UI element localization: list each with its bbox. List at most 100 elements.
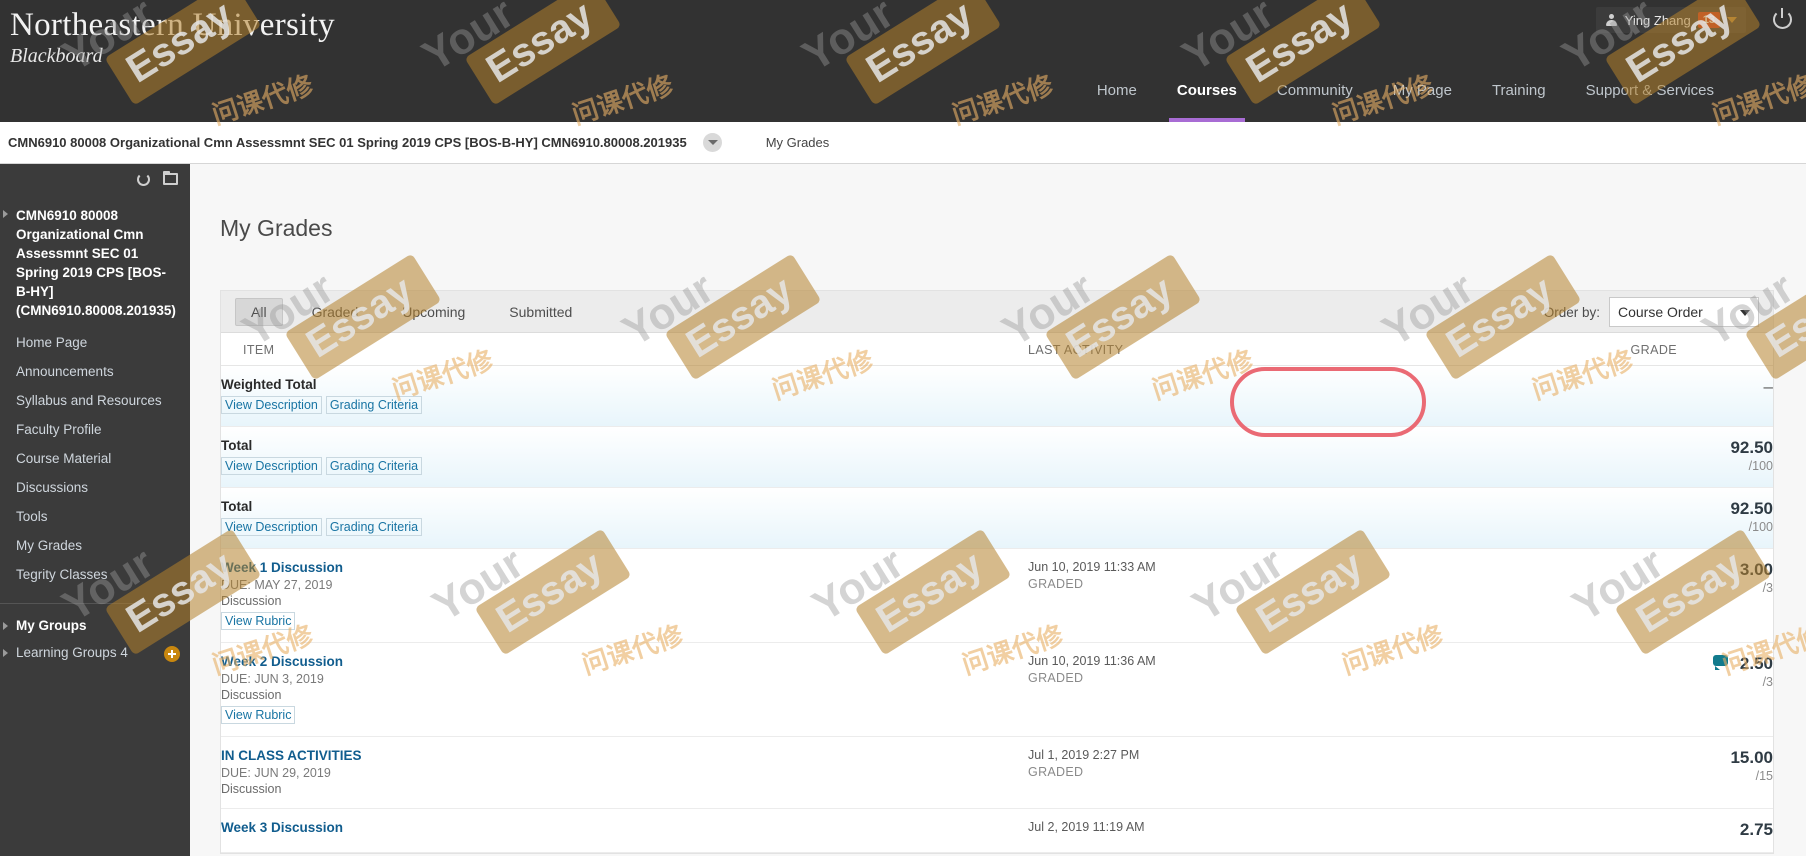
- link-view-rubric[interactable]: View Rubric: [221, 612, 296, 630]
- item-title: Total: [221, 438, 253, 453]
- item-links: View Rubric: [221, 702, 1028, 724]
- tab-submitted[interactable]: Submitted: [494, 299, 587, 325]
- comment-icon[interactable]: [1712, 655, 1728, 670]
- nav-item-training[interactable]: Training: [1472, 60, 1566, 122]
- column-header-grade: GRADE: [1447, 333, 1773, 366]
- primary-navigation: Home Courses Community My Page Training …: [0, 60, 1806, 122]
- table-row[interactable]: Weighted Total View Description Grading Cr…: [221, 365, 1773, 427]
- folder-view-icon[interactable]: [163, 171, 178, 185]
- breadcrumb-course-title[interactable]: CMN6910 80008 Organizational Cmn Assessm…: [8, 135, 687, 150]
- user-name-label: Ying Zhang: [1624, 12, 1691, 28]
- chevron-right-icon: [3, 649, 8, 657]
- table-row[interactable]: Total View Description Grading Criteria 92.…: [221, 426, 1773, 488]
- grade-line: 3.00: [1447, 560, 1773, 580]
- sidebar-item-course-material[interactable]: Course Material: [0, 444, 190, 473]
- nav-item-home[interactable]: Home: [1077, 60, 1157, 122]
- cell-last-activity: Jun 10, 2019 11:33 AM GRADED: [1028, 549, 1447, 643]
- grade-points-possible: /100: [1748, 520, 1773, 534]
- link-view-description[interactable]: View Description: [221, 518, 322, 536]
- link-grading-criteria[interactable]: Grading Criteria: [325, 518, 423, 536]
- item-type-label: Discussion: [221, 594, 282, 608]
- brand-university-name: Northeastern University: [10, 7, 335, 43]
- refresh-icon[interactable]: [137, 172, 150, 186]
- chevron-down-icon: [1727, 17, 1737, 23]
- item-title: Total: [221, 499, 253, 514]
- nav-item-my-page[interactable]: My Page: [1373, 60, 1472, 122]
- item-title[interactable]: Week 2 Discussion: [221, 654, 1028, 669]
- sidebar-section-my-groups[interactable]: My Groups: [0, 604, 190, 639]
- nav-item-community[interactable]: Community: [1257, 60, 1373, 122]
- sidebar-item-announcements[interactable]: Announcements: [0, 357, 190, 386]
- column-header-item: ITEM: [221, 333, 1029, 366]
- cell-last-activity: [1028, 427, 1447, 488]
- activity-date: Jul 1, 2019 2:27 PM: [1028, 748, 1140, 762]
- add-group-icon[interactable]: [164, 646, 180, 662]
- sidebar-item-learning-groups[interactable]: Learning Groups 4: [0, 639, 190, 666]
- brand-logo[interactable]: Northeastern University Blackboard: [10, 6, 335, 68]
- status-badge: GRADED: [1028, 671, 1084, 685]
- sidebar-tools: [0, 164, 190, 194]
- activity-date: Jun 10, 2019 11:33 AM: [1028, 560, 1156, 574]
- link-view-description[interactable]: View Description: [221, 396, 322, 414]
- order-by-selected-value: Course Order: [1618, 304, 1703, 320]
- sidebar-item-tegrity-classes[interactable]: Tegrity Classes: [0, 560, 190, 589]
- avatar-icon: [1605, 13, 1618, 27]
- link-view-rubric[interactable]: View Rubric: [221, 706, 296, 724]
- sidebar-item-syllabus-resources[interactable]: Syllabus and Resources: [0, 386, 190, 415]
- chevron-down-icon: [1740, 310, 1750, 316]
- tab-graded[interactable]: Graded: [297, 299, 374, 325]
- cell-grade: 3.00/3: [1447, 549, 1773, 643]
- global-header: Northeastern University Blackboard Ying …: [0, 0, 1806, 122]
- item-title: Weighted Total: [221, 377, 317, 392]
- tab-all[interactable]: All: [235, 297, 283, 326]
- link-view-description[interactable]: View Description: [221, 457, 322, 475]
- sidebar-item-my-grades[interactable]: My Grades: [0, 531, 190, 560]
- grades-panel: All Graded Upcoming Submitted Order by: …: [220, 290, 1774, 854]
- chevron-down-icon[interactable]: [702, 133, 722, 152]
- grades-table: ITEM LAST ACTIVITY GRADE Weighted Total V…: [221, 333, 1773, 853]
- order-by-select[interactable]: Course Order: [1609, 297, 1759, 327]
- table-row[interactable]: Total View Description Grading Criteria 92.…: [221, 487, 1773, 549]
- sidebar-item-discussions[interactable]: Discussions: [0, 473, 190, 502]
- cell-grade: 92.50/100: [1447, 427, 1773, 488]
- chevron-right-icon: [3, 210, 8, 218]
- link-grading-criteria[interactable]: Grading Criteria: [325, 457, 423, 475]
- item-title[interactable]: IN CLASS ACTIVITIES: [221, 748, 1028, 763]
- grade-value: 3.00: [1739, 560, 1773, 579]
- nav-item-support-services[interactable]: Support & Services: [1566, 60, 1734, 122]
- grade-line: 15.00: [1447, 748, 1773, 768]
- logout-power-icon[interactable]: [1773, 8, 1792, 29]
- sidebar-item-tools[interactable]: Tools: [0, 502, 190, 531]
- page-title: My Grades: [220, 215, 333, 242]
- table-row[interactable]: Week 2 Discussion DUE: JUN 3, 2019 Discuss…: [221, 643, 1773, 737]
- sidebar-item-faculty-profile[interactable]: Faculty Profile: [0, 415, 190, 444]
- grade-points-possible: /100: [1748, 459, 1773, 473]
- sidebar-course-title[interactable]: CMN6910 80008 Organizational Cmn Assessm…: [0, 194, 190, 328]
- course-menu-sidebar: CMN6910 80008 Organizational Cmn Assessm…: [0, 164, 190, 856]
- sidebar-item-learning-groups-label: Learning Groups 4: [16, 645, 128, 660]
- table-row[interactable]: Week 3 Discussion Jul 2, 2019 11:19 AM 2.7…: [221, 809, 1773, 853]
- sidebar-item-home-page[interactable]: Home Page: [0, 328, 190, 357]
- status-badge: GRADED: [1028, 765, 1084, 779]
- item-title[interactable]: Week 1 Discussion: [221, 560, 1028, 575]
- notification-count-badge: 13: [1697, 12, 1720, 28]
- order-by-control: Order by: Course Order: [1544, 297, 1759, 327]
- grade-value: 2.50: [1739, 654, 1773, 673]
- item-title[interactable]: Week 3 Discussion: [221, 820, 1028, 835]
- cell-last-activity: Jun 10, 2019 11:36 AM GRADED: [1028, 643, 1447, 737]
- status-badge: GRADED: [1028, 577, 1084, 591]
- nav-item-courses[interactable]: Courses: [1157, 60, 1257, 122]
- tab-upcoming[interactable]: Upcoming: [387, 299, 480, 325]
- user-menu[interactable]: Ying Zhang 13: [1595, 7, 1746, 33]
- item-links: View Description Grading Criteria: [221, 392, 1028, 414]
- cell-grade: 2.50/3: [1447, 643, 1773, 737]
- table-row[interactable]: IN CLASS ACTIVITIES DUE: JUN 29, 2019 Disc…: [221, 737, 1773, 809]
- cell-item: Week 3 Discussion: [221, 809, 1028, 853]
- item-type-label: Discussion: [221, 782, 282, 796]
- table-row[interactable]: Week 1 Discussion DUE: MAY 27, 2019 Discus…: [221, 549, 1773, 643]
- cell-last-activity: Jul 2, 2019 11:19 AM: [1028, 809, 1447, 853]
- link-grading-criteria[interactable]: Grading Criteria: [325, 396, 423, 414]
- cell-last-activity: [1028, 366, 1447, 427]
- item-type-label: Discussion: [221, 688, 282, 702]
- cell-item: Total View Description Grading Criteria: [221, 488, 1028, 549]
